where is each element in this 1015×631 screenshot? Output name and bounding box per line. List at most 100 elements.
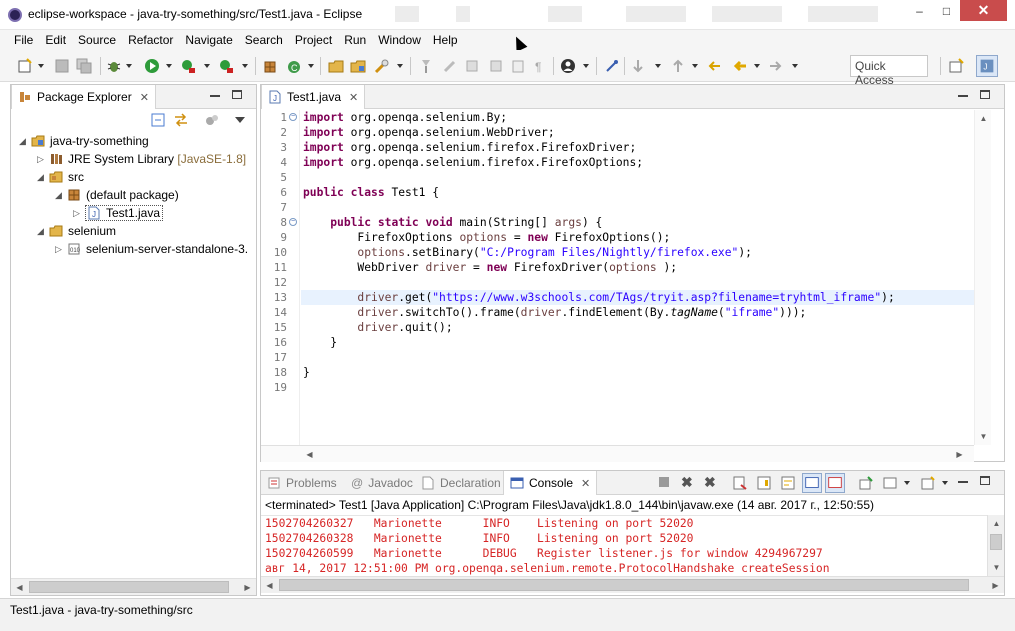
console-vscroll[interactable]: ▲ ▼ (987, 515, 1004, 576)
show-whitespace-icon[interactable] (488, 58, 504, 74)
minimize-button[interactable]: – (906, 0, 933, 21)
link-with-editor-icon[interactable] (173, 113, 189, 127)
collapsed-icon[interactable]: ▷ (73, 208, 85, 219)
java-perspective-icon[interactable]: J (976, 55, 998, 77)
tree-item-jre[interactable]: ▷ JRE System Library [JavaSE-1.8] (37, 150, 246, 168)
run-dropdown-icon[interactable] (166, 64, 172, 68)
scroll-thumb[interactable] (29, 581, 229, 593)
display-console-icon[interactable] (883, 476, 897, 490)
expanded-icon[interactable]: ◢ (37, 226, 49, 237)
maximize-view-icon[interactable] (980, 90, 990, 99)
open-task-icon[interactable] (350, 58, 366, 74)
expanded-icon[interactable]: ◢ (55, 190, 67, 201)
collapse-all-icon[interactable] (151, 113, 165, 127)
menu-source[interactable]: Source (72, 33, 122, 47)
menu-help[interactable]: Help (427, 33, 464, 47)
save-all-icon[interactable] (76, 58, 92, 74)
console-hscroll[interactable]: ◀ ▶ (261, 576, 1004, 593)
remove-launch-icon[interactable]: ✖ (681, 474, 693, 491)
menu-search[interactable]: Search (239, 33, 289, 47)
search-icon[interactable] (374, 58, 390, 74)
package-explorer-hscroll[interactable]: ◀ ▶ (11, 578, 256, 595)
debug-dropdown-icon[interactable] (126, 64, 132, 68)
prev-annotation-icon[interactable] (670, 58, 686, 74)
run-external-dropdown-icon[interactable] (204, 64, 210, 68)
expanded-icon[interactable]: ◢ (37, 172, 49, 183)
minimize-view-icon[interactable] (958, 95, 968, 97)
scroll-lock-icon[interactable] (757, 476, 771, 490)
scroll-down-icon[interactable]: ▼ (975, 428, 992, 445)
scroll-up-icon[interactable]: ▲ (988, 515, 1005, 532)
minimize-view-icon[interactable] (210, 95, 220, 97)
tree-item-src[interactable]: ◢ src (37, 168, 84, 186)
open-type-icon[interactable] (328, 58, 344, 74)
tab-declaration[interactable]: Declaration (415, 471, 507, 495)
code-area[interactable]: 1 2 3 4 5 6 7 8 9 10 11 12 13 14 15 16 1… (261, 110, 988, 445)
close-button[interactable]: ✕ (960, 0, 1007, 21)
tab-test1-java[interactable]: J Test1.java ✕ (261, 85, 366, 109)
expanded-icon[interactable]: ◢ (19, 136, 31, 147)
open-console-dropdown-icon[interactable] (942, 481, 948, 485)
new-dropdown-icon[interactable] (38, 64, 44, 68)
pin-editor-icon[interactable] (604, 58, 620, 74)
scroll-right-icon[interactable]: ▶ (239, 579, 256, 596)
forward-icon[interactable] (768, 58, 784, 74)
save-icon[interactable] (54, 58, 70, 74)
view-menu-icon[interactable] (235, 117, 245, 123)
scroll-left-icon[interactable]: ◀ (261, 577, 278, 594)
tree-item-default-package[interactable]: ◢ (default package) (55, 186, 179, 204)
toggle-block-icon[interactable] (442, 58, 458, 74)
tree-item-test1-java[interactable]: ▷ J Test1.java (73, 204, 164, 222)
show-block-icon[interactable] (510, 58, 526, 74)
next-annotation-icon[interactable] (630, 58, 646, 74)
new-icon[interactable] (17, 58, 33, 74)
remove-all-icon[interactable]: ✖ (704, 474, 716, 491)
menu-project[interactable]: Project (289, 33, 338, 47)
coverage-icon[interactable] (218, 58, 234, 74)
editor-hscroll[interactable]: ◀ ▶ (261, 445, 974, 462)
tab-console[interactable]: Console ✕ (503, 471, 598, 495)
forward-dropdown-icon[interactable] (792, 64, 798, 68)
scroll-up-icon[interactable]: ▲ (975, 110, 992, 127)
back-dropdown-icon[interactable] (754, 64, 760, 68)
editor-vscroll[interactable]: ▲ ▼ (974, 110, 991, 445)
scroll-right-icon[interactable]: ▶ (951, 446, 968, 463)
menu-run[interactable]: Run (338, 33, 372, 47)
toggle-whitespace-icon[interactable] (464, 58, 480, 74)
tab-problems[interactable]: Problems (261, 471, 343, 495)
close-tab-icon[interactable]: ✕ (581, 477, 590, 490)
word-wrap-icon[interactable] (781, 476, 795, 490)
debug-icon[interactable] (106, 58, 122, 74)
new-class-icon[interactable]: C (286, 58, 302, 74)
maximize-view-icon[interactable] (232, 90, 242, 99)
menu-edit[interactable]: Edit (39, 33, 72, 47)
new-class-dropdown-icon[interactable] (308, 64, 314, 68)
open-console-icon[interactable] (921, 476, 935, 490)
back-icon[interactable] (732, 58, 748, 74)
minimize-view-icon[interactable] (958, 481, 968, 483)
collapsed-icon[interactable]: ▷ (55, 244, 67, 255)
focus-icon[interactable] (205, 113, 219, 127)
scroll-left-icon[interactable]: ◀ (11, 579, 28, 596)
tree-item-selenium-jar[interactable]: ▷ 010 selenium-server-standalone-3. (55, 240, 248, 258)
scroll-thumb[interactable] (279, 579, 969, 591)
scroll-down-icon[interactable]: ▼ (988, 559, 1005, 576)
pin-console-icon[interactable] (859, 476, 873, 490)
quick-access-field[interactable]: Quick Access (850, 55, 928, 87)
run-icon[interactable] (144, 58, 160, 74)
new-java-package-icon[interactable] (262, 58, 278, 74)
scroll-thumb[interactable] (990, 534, 1002, 550)
coverage-dropdown-icon[interactable] (242, 64, 248, 68)
menu-window[interactable]: Window (372, 33, 427, 47)
tree-item-selenium[interactable]: ◢ selenium (37, 222, 116, 240)
last-edit-location-icon[interactable] (706, 58, 722, 74)
run-external-icon[interactable] (180, 58, 196, 74)
menu-refactor[interactable]: Refactor (122, 33, 179, 47)
clear-console-icon[interactable] (733, 476, 747, 490)
search-dropdown-icon[interactable] (397, 64, 403, 68)
display-console-dropdown-icon[interactable] (904, 481, 910, 485)
paragraph-icon[interactable]: ¶ (532, 58, 548, 74)
perspective-dropdown-icon[interactable] (583, 64, 589, 68)
perspective-user-icon[interactable] (560, 58, 576, 74)
toggle-mark-icon[interactable] (418, 58, 434, 74)
